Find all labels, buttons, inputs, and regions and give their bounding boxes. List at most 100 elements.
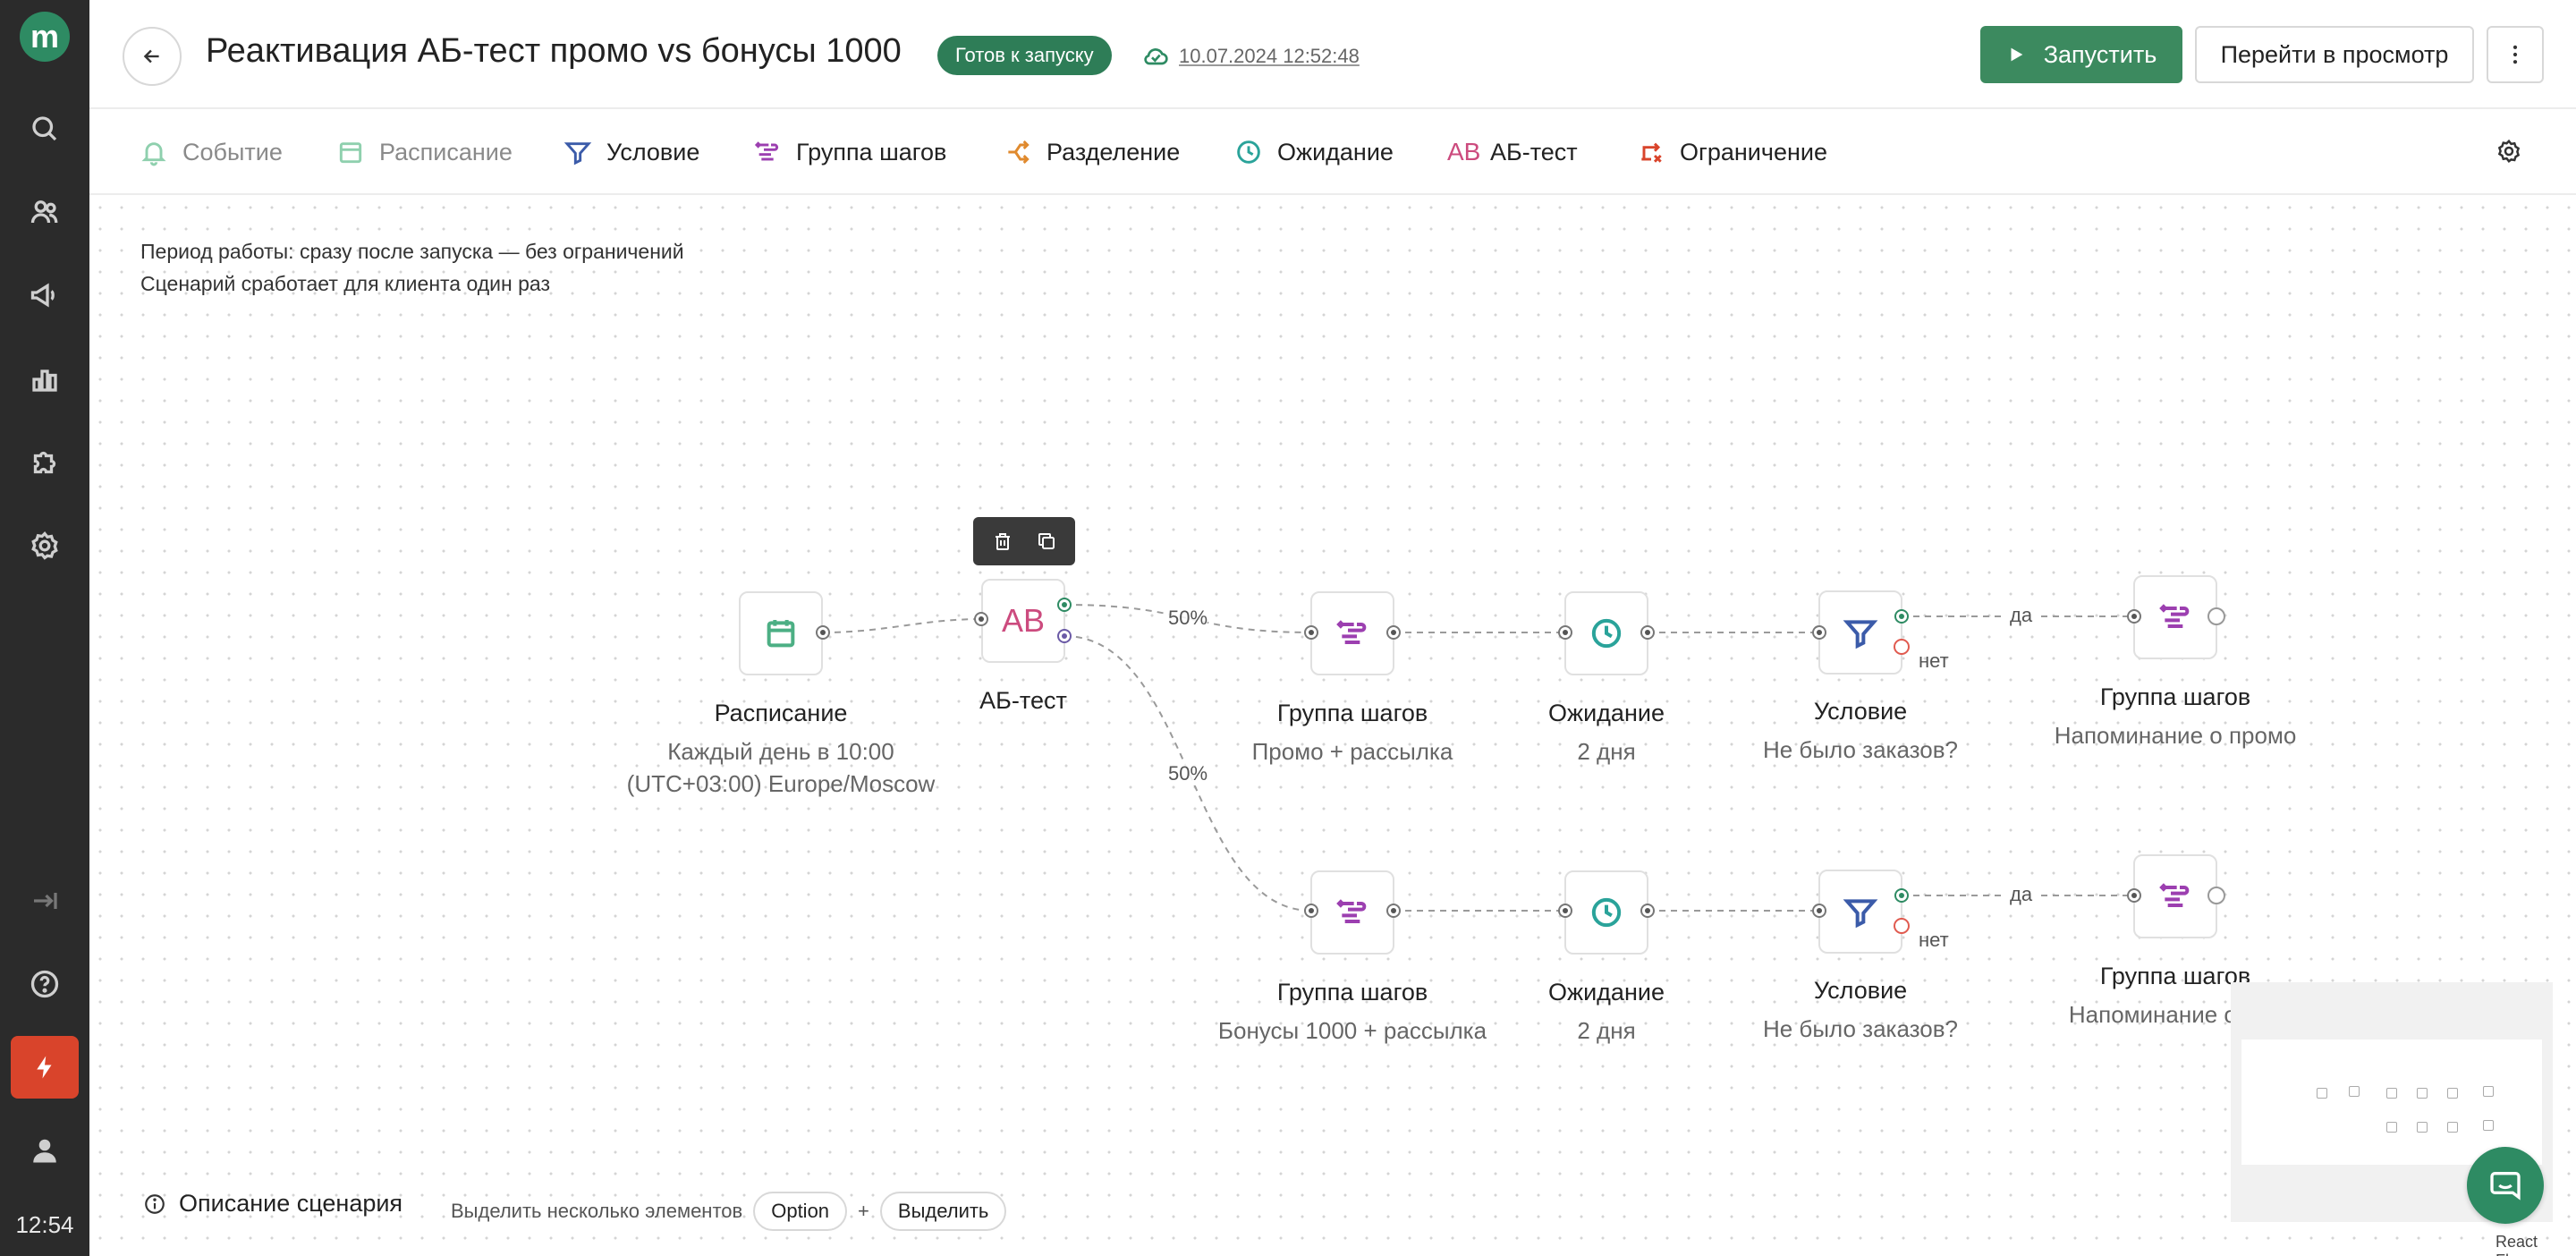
palette-condition[interactable]: Условие: [564, 134, 699, 170]
palette-limit[interactable]: Ограничение: [1637, 134, 1827, 170]
info-icon: [145, 1193, 165, 1214]
profile-icon[interactable]: [27, 1133, 63, 1168]
node-schedule-title: Расписание: [714, 700, 848, 726]
users-icon[interactable]: [27, 194, 63, 230]
handle-group-b-in[interactable]: [1304, 904, 1318, 918]
node-group-b-sub: Бонусы 1000 + рассылка: [1217, 1017, 1487, 1044]
node-condition-a-sub: Не было заказов?: [1762, 736, 1959, 763]
back-button[interactable]: [123, 27, 182, 86]
minimap-node: [2417, 1088, 2428, 1099]
node-wait-b-title: Ожидание: [1548, 979, 1665, 1006]
puzzle-icon[interactable]: [27, 445, 63, 480]
minimap-node: [2417, 1122, 2428, 1133]
palette-split[interactable]: Разделение: [1004, 134, 1180, 170]
node-reminder-b[interactable]: [2133, 854, 2217, 938]
handle-wait-b-out[interactable]: [1640, 904, 1655, 918]
node-wait-b[interactable]: [1564, 870, 1648, 955]
handle-ab-in[interactable]: [974, 612, 988, 626]
edge-label-50-b: 50%: [1168, 762, 1208, 785]
palette-ab-test[interactable]: AB АБ-тест: [1447, 134, 1578, 170]
scenario-header: Реактивация АБ-тест промо vs бонусы 1000…: [89, 0, 2576, 109]
settings-icon[interactable]: [27, 528, 63, 564]
node-group-a[interactable]: [1310, 591, 1394, 675]
palette-schedule[interactable]: Расписание: [336, 134, 513, 170]
palette-split-label: Разделение: [1046, 138, 1181, 165]
arrow-left-icon: [143, 49, 159, 64]
handle-wait-a-in[interactable]: [1558, 625, 1572, 640]
help-icon[interactable]: [27, 966, 63, 1002]
handle-wait-a-out[interactable]: [1640, 625, 1655, 640]
saved-indicator: 10.07.2024 12:52:48: [1141, 42, 1360, 71]
expand-sidebar-icon[interactable]: [27, 883, 63, 919]
handle-ab-out-a[interactable]: [1057, 598, 1072, 612]
copy-icon[interactable]: [1036, 530, 1057, 552]
node-schedule-sub2: (UTC+03:00) Europe/Moscow: [626, 770, 936, 797]
palette-event[interactable]: Событие: [140, 134, 283, 170]
minimap-viewport: [2241, 1040, 2542, 1165]
handle-cond-a-in[interactable]: [1812, 625, 1826, 640]
minimap-node: [2386, 1088, 2397, 1099]
saved-timestamp[interactable]: 10.07.2024 12:52:48: [1179, 45, 1360, 68]
key-plus: +: [858, 1200, 869, 1222]
node-reminder-a[interactable]: [2133, 575, 2217, 659]
handle-ab-out-b[interactable]: [1057, 629, 1072, 643]
edge-label-yes-b: да: [2006, 883, 2037, 906]
handle-schedule-out[interactable]: [816, 625, 830, 640]
cloud-check-icon: [1144, 48, 1168, 65]
trash-icon[interactable]: [992, 530, 1013, 552]
search-icon[interactable]: [27, 111, 63, 147]
minimap-node: [2317, 1088, 2327, 1099]
chat-button[interactable]: [2467, 1147, 2544, 1224]
handle-cond-b-yes[interactable]: [1894, 888, 1909, 903]
handle-group-a-in[interactable]: [1304, 625, 1318, 640]
multi-select-hint: Выделить несколько элементов Option + Вы…: [451, 1192, 1007, 1231]
limit-icon: [1641, 142, 1662, 163]
handle-reminder-b-in[interactable]: [2127, 888, 2141, 903]
palette-limit-label: Ограничение: [1680, 138, 1827, 165]
lightning-icon[interactable]: [11, 1036, 79, 1099]
play-icon: [2011, 47, 2023, 62]
node-condition-a[interactable]: [1818, 590, 1902, 675]
filter-icon: [1843, 620, 1878, 649]
handle-cond-a-no[interactable]: [1894, 639, 1910, 655]
calendar-icon: [767, 620, 795, 648]
node-condition-a-title: Условие: [1813, 698, 1908, 725]
app-logo[interactable]: m: [20, 12, 70, 62]
scenario-description-toggle[interactable]: Описание сценария: [143, 1190, 402, 1218]
canvas-settings-button[interactable]: [2496, 138, 2522, 169]
palette-step-group-label: Группа шагов: [796, 138, 947, 165]
analytics-icon[interactable]: [27, 361, 63, 397]
node-reminder-a-title: Группа шагов: [2099, 683, 2251, 710]
node-actions-toolbar: [973, 517, 1075, 565]
node-wait-a[interactable]: [1564, 591, 1648, 675]
react-flow-attribution[interactable]: React Flow: [2496, 1233, 2576, 1256]
node-condition-b-sub: Не было заказов?: [1762, 1015, 1959, 1042]
handle-group-a-out[interactable]: [1386, 625, 1401, 640]
node-schedule[interactable]: [739, 591, 823, 675]
filter-icon: [1843, 899, 1878, 929]
palette-step-group[interactable]: Группа шагов: [753, 134, 946, 170]
node-condition-b[interactable]: [1818, 870, 1902, 954]
minimap-node: [2447, 1122, 2458, 1133]
left-rail: m 12:54: [0, 0, 89, 1256]
palette-wait[interactable]: Ожидание: [1234, 134, 1394, 170]
preview-button[interactable]: Перейти в просмотр: [2195, 26, 2474, 83]
handle-group-b-out[interactable]: [1386, 904, 1401, 918]
node-group-b[interactable]: [1310, 870, 1394, 955]
handle-reminder-b-out[interactable]: [2207, 887, 2225, 904]
handle-cond-b-no[interactable]: [1894, 918, 1910, 934]
run-button[interactable]: Запустить: [1980, 26, 2182, 83]
node-ab-test[interactable]: AB: [981, 579, 1065, 663]
calendar-icon: [339, 142, 362, 164]
scenario-description-label: Описание сценария: [179, 1190, 403, 1217]
handle-cond-a-yes[interactable]: [1894, 609, 1909, 624]
minimap-node: [2483, 1086, 2494, 1097]
more-menu-button[interactable]: [2487, 26, 2544, 83]
split-icon: [1008, 140, 1030, 165]
handle-reminder-a-out[interactable]: [2207, 607, 2225, 625]
clock-text: 12:54: [15, 1211, 74, 1238]
megaphone-icon[interactable]: [27, 277, 63, 313]
handle-cond-b-in[interactable]: [1812, 904, 1826, 918]
handle-wait-b-in[interactable]: [1558, 904, 1572, 918]
handle-reminder-a-in[interactable]: [2127, 609, 2141, 624]
